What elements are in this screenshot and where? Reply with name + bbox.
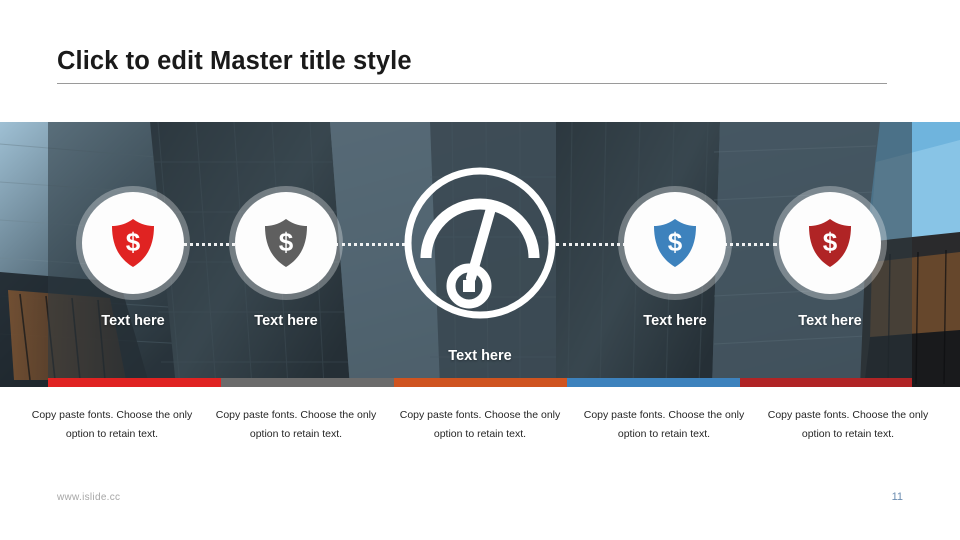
colorbar-segment-5 [740,378,912,387]
description-column-5: Copy paste fonts. Choose the only option… [767,409,929,441]
description-row: Copy paste fonts. Choose the only option… [20,406,940,445]
description-column-4: Copy paste fonts. Choose the only option… [583,409,745,441]
title-block: Click to edit Master title style [57,46,887,84]
node-label-center: Text here [448,348,512,364]
colorbar-segment-4 [567,378,740,387]
colorbar-segment-2 [221,378,394,387]
node-label-3: Text here [643,313,707,329]
colorbar-segment-1 [48,378,221,387]
connector-dashed-line-3 [556,243,626,246]
node-circle-3[interactable]: $ [624,192,726,294]
shield-dollar-icon: $ [807,218,853,268]
node-disc-3: $ [624,192,726,294]
svg-text:$: $ [279,227,294,257]
description-column-1: Copy paste fonts. Choose the only option… [31,409,193,441]
svg-text:$: $ [126,227,141,257]
connector-dashed-line-2 [335,243,405,246]
colorbar-segment-3 [394,378,567,387]
title-divider [57,82,887,84]
description-column-2: Copy paste fonts. Choose the only option… [215,409,377,441]
svg-text:$: $ [668,227,683,257]
gauge-icon[interactable] [400,163,560,323]
shield-dollar-icon: $ [652,218,698,268]
node-circle-2[interactable]: $ [235,192,337,294]
description-column-3: Copy paste fonts. Choose the only option… [399,409,561,441]
slide-page-number: 11 [891,491,903,503]
node-label-4: Text here [798,313,862,329]
shield-dollar-icon: $ [110,218,156,268]
page-title[interactable]: Click to edit Master title style [57,46,887,78]
node-label-1: Text here [101,313,165,329]
shield-dollar-icon: $ [263,218,309,268]
node-circle-4[interactable]: $ [779,192,881,294]
footer-url[interactable]: www.islide.cc [57,492,120,503]
accent-color-bar [48,378,912,387]
node-disc-2: $ [235,192,337,294]
svg-text:$: $ [823,227,838,257]
slide-canvas: Click to edit Master title style $ $ $ $… [0,0,960,540]
node-circle-1[interactable]: $ [82,192,184,294]
node-disc-4: $ [779,192,881,294]
node-label-2: Text here [254,313,318,329]
node-disc-1: $ [82,192,184,294]
